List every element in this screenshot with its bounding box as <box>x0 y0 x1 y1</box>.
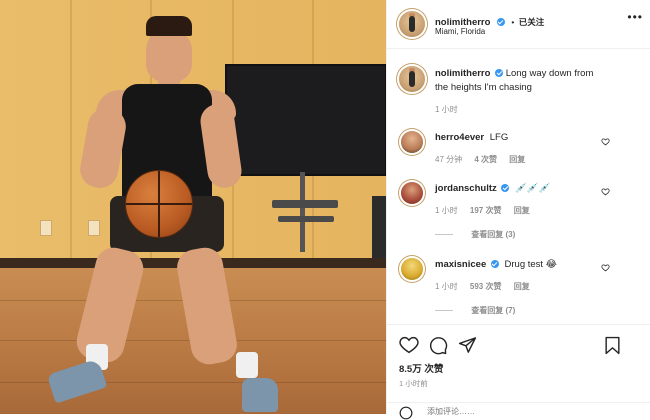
comment-likes[interactable]: 4 次赞 <box>474 155 497 164</box>
heart-icon[interactable] <box>399 336 419 354</box>
dot-separator: • <box>511 17 515 27</box>
avatar[interactable] <box>401 258 423 280</box>
wall-outlet <box>40 220 52 236</box>
comment-likes[interactable]: 197 次赞 <box>470 206 502 215</box>
comment-text: LFG <box>489 132 509 143</box>
avatar[interactable] <box>401 131 423 153</box>
basketball <box>125 170 193 238</box>
post-time[interactable]: 1 小时前 <box>399 378 428 389</box>
equipment-shelf <box>278 216 334 222</box>
reply-button[interactable]: 回复 <box>514 282 530 291</box>
send-icon[interactable] <box>458 336 477 354</box>
reply-button[interactable]: 回复 <box>514 206 530 215</box>
heart-icon[interactable] <box>601 187 610 196</box>
dark-door <box>372 196 386 262</box>
likes-count[interactable]: 8.5万 次赞 <box>399 361 443 375</box>
view-replies-label: 查看回复 (7) <box>471 306 516 315</box>
avatar[interactable] <box>401 182 423 204</box>
verified-badge-icon <box>495 69 504 77</box>
caption-time[interactable]: 1 小时 <box>435 104 458 115</box>
view-replies-button[interactable]: 查看回复 (3) <box>435 229 515 240</box>
emoji-icon[interactable] <box>399 406 413 420</box>
add-comment-bar <box>387 402 650 420</box>
reply-button[interactable]: 回复 <box>509 155 525 164</box>
wall-outlet <box>88 220 100 236</box>
verified-badge-icon <box>501 184 510 192</box>
caption-username[interactable]: nolimitherro <box>435 68 490 79</box>
player-right-shoe <box>242 378 278 412</box>
verified-badge-icon <box>490 260 499 268</box>
comment-username[interactable]: maxisnicee <box>435 259 486 270</box>
view-replies-label: 查看回复 (3) <box>471 230 516 239</box>
wall-tv <box>225 64 386 176</box>
comment-text: 💉💉💉 <box>515 183 551 194</box>
wall-seam <box>70 0 72 260</box>
avatar[interactable] <box>399 66 425 92</box>
player-hair <box>146 16 192 36</box>
comment-time[interactable]: 47 分钟 <box>435 155 462 164</box>
comment-likes[interactable]: 593 次赞 <box>470 282 502 291</box>
comment-time[interactable]: 1 小时 <box>435 282 458 291</box>
follow-status-button[interactable]: 已关注 <box>519 17 545 27</box>
caption-text: Long way down from <box>505 68 594 79</box>
comment-username[interactable]: herro4ever <box>435 132 484 143</box>
caption-text-line2: the heights I'm chasing <box>435 82 532 93</box>
comment-time[interactable]: 1 小时 <box>435 206 458 215</box>
view-replies-button[interactable]: 查看回复 (7) <box>435 305 515 316</box>
equipment-stand <box>300 172 305 252</box>
more-options-icon[interactable]: ••• <box>627 10 643 24</box>
heart-icon[interactable] <box>601 137 610 146</box>
avatar[interactable] <box>399 11 425 37</box>
post-photo[interactable] <box>0 0 386 414</box>
equipment-shelf <box>272 200 338 208</box>
divider <box>435 234 453 236</box>
player-right-sock <box>236 352 258 378</box>
verified-badge-icon <box>496 18 505 26</box>
post-location[interactable]: Miami, Florida <box>435 27 485 36</box>
comment-icon[interactable] <box>429 336 448 355</box>
post-detail-panel: nolimitherro • 已关注 Miami, Florida ••• no… <box>386 0 650 420</box>
heart-icon[interactable] <box>601 263 610 272</box>
divider <box>435 310 453 312</box>
comment-text: Drug test 😂 <box>504 259 557 270</box>
comment-username[interactable]: jordanschultz <box>435 183 497 194</box>
add-comment-input[interactable] <box>427 405 607 417</box>
bookmark-icon[interactable] <box>604 336 621 355</box>
post-header: nolimitherro • 已关注 Miami, Florida ••• <box>387 0 650 49</box>
